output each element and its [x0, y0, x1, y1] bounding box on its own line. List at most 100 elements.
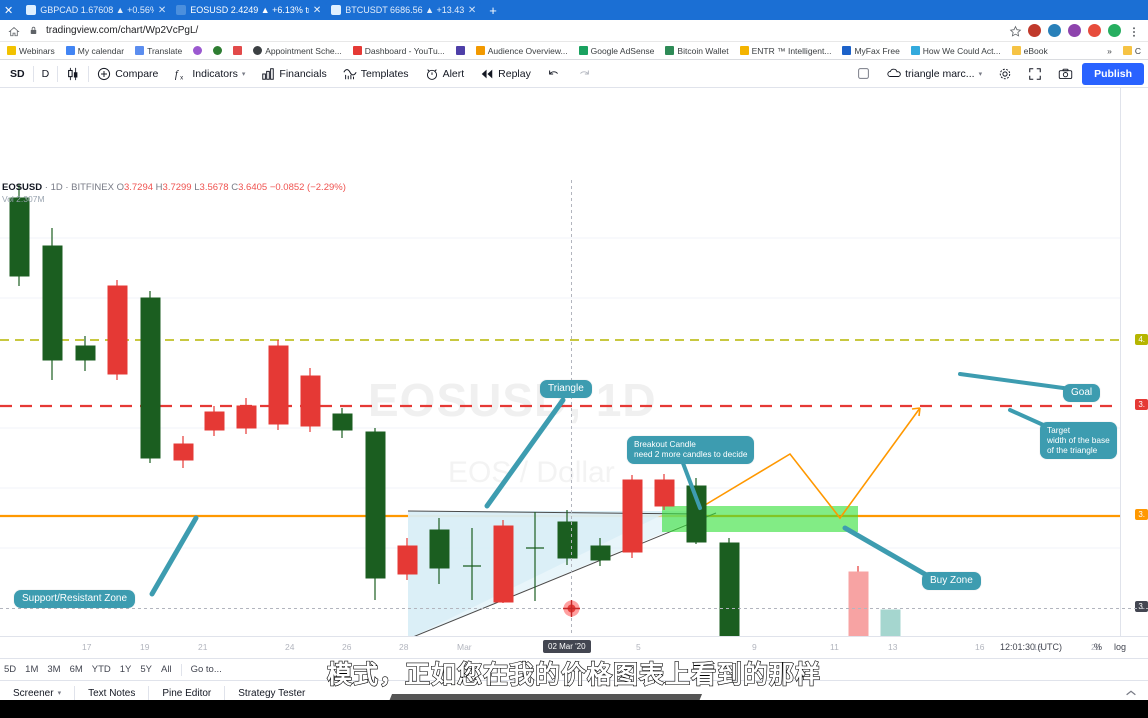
templates-button[interactable]: Templates [335, 60, 417, 88]
bar-chart-icon [261, 67, 275, 81]
browser-tab-0[interactable]: GBPCAD 1.67608 ▲ +0.56% sup ✕ [21, 0, 172, 20]
callout-target[interactable]: Target width of the base of the triangle [1040, 422, 1117, 460]
bookmark-item[interactable] [452, 45, 469, 56]
range-ytd[interactable]: YTD [92, 664, 111, 675]
chevron-down-icon[interactable]: ▾ [979, 70, 983, 78]
browser-menu-icon[interactable] [1128, 25, 1140, 37]
bookmark-item[interactable] [229, 45, 246, 56]
range-1y[interactable]: 1Y [120, 664, 132, 675]
extension-icon-2[interactable] [1048, 24, 1061, 37]
tab-pine-editor-label: Pine Editor [162, 687, 212, 699]
function-icon: fx [174, 67, 188, 81]
chevron-down-icon[interactable]: ▾ [242, 70, 246, 78]
redo-button[interactable] [569, 60, 599, 88]
checkbox-icon[interactable] [857, 67, 871, 81]
rewind-icon [480, 67, 494, 81]
price-scale[interactable]: 4. 3. 3. 3. [1120, 88, 1148, 636]
bookmark-label: Google AdSense [590, 45, 655, 56]
bookmark-icon [253, 46, 263, 55]
bookmark-item[interactable]: Dashboard - YouTu... [349, 45, 449, 57]
browser-tab-label: GBPCAD 1.67608 ▲ +0.56% sup [40, 5, 154, 15]
callout-buy-zone[interactable]: Buy Zone [922, 572, 981, 590]
extension-icon-1[interactable] [1028, 24, 1041, 37]
snapshot-button[interactable] [1050, 60, 1080, 88]
range-5y[interactable]: 5Y [140, 664, 152, 675]
time-range-bar: 5D 1M 3M 6M YTD 1Y 5Y All Go to... [0, 658, 1148, 680]
layout-select-button[interactable] [849, 60, 879, 88]
browser-tab-1[interactable]: EOSUSD 2.4249 ▲ +6.13% trian ✕ [171, 0, 327, 20]
fullscreen-button[interactable] [1020, 60, 1050, 88]
bookmark-item[interactable]: My calendar [62, 45, 128, 57]
legend-symbol[interactable]: EOSUSD [2, 182, 42, 193]
bookmarks-overflow-button[interactable]: » [1103, 45, 1116, 57]
bookmark-icon [578, 46, 588, 55]
range-6m[interactable]: 6M [70, 664, 83, 675]
alert-button[interactable]: Alert [417, 60, 473, 88]
indicators-button[interactable]: fx Indicators ▾ [166, 60, 253, 88]
callout-goal[interactable]: Goal [1063, 384, 1101, 402]
bookmark-item[interactable]: eBook [1008, 45, 1052, 57]
home-icon[interactable] [8, 25, 20, 37]
extension-icon-3[interactable] [1068, 24, 1081, 37]
range-3m[interactable]: 3M [47, 664, 60, 675]
bookmark-icon [135, 46, 145, 55]
log-scale-button[interactable]: log [1114, 642, 1126, 652]
bookmark-item[interactable] [209, 45, 226, 56]
legend-change: −0.0852 (−2.29%) [269, 182, 346, 193]
tab-close-icon[interactable]: ✕ [313, 5, 321, 16]
chart-style-button[interactable] [58, 60, 88, 88]
tab-close-icon[interactable]: ✕ [468, 5, 476, 16]
bookmark-item[interactable] [189, 45, 206, 56]
percent-scale-button[interactable]: % [1094, 642, 1102, 652]
bookmark-item[interactable]: ENTR ™ Intelligent... [736, 45, 836, 57]
range-all[interactable]: All [161, 664, 172, 675]
bookmark-item[interactable]: Appointment Sche... [249, 45, 346, 57]
undo-button[interactable] [539, 60, 569, 88]
bookmark-item[interactable]: Webinars [3, 45, 59, 57]
financials-button[interactable]: Financials [253, 60, 334, 88]
chart-canvas[interactable]: EOSUSD, 1D EOS / Dollar EOSUSD · 1D · BI… [0, 88, 1148, 636]
compare-button[interactable]: Compare [89, 60, 166, 88]
symbol-label: SD [10, 67, 25, 80]
tab-close-icon-0[interactable]: ✕ [0, 0, 21, 20]
toolbar-right-group: triangle marc... ▾ Publish [849, 60, 1146, 88]
bookmark-item[interactable]: MyFax Free [838, 45, 903, 57]
callout-support-resistance[interactable]: Support/Resistant Zone [14, 590, 136, 608]
star-icon[interactable] [1009, 25, 1022, 37]
time-axis[interactable]: 17 19 21 24 26 28 Mar 5 9 11 13 16 18 20… [0, 636, 1148, 658]
triangle-pattern-2 [408, 511, 700, 636]
bookmark-icon [842, 46, 852, 55]
saved-layout-button[interactable]: triangle marc... ▾ [879, 60, 990, 88]
go-to-date-button[interactable]: Go to... [191, 664, 222, 675]
browser-tab-2[interactable]: BTCUSDT 6686.56 ▲ +13.43% m ✕ [326, 0, 482, 20]
interval-button[interactable]: D [34, 60, 58, 88]
bookmark-label: Audience Overview... [487, 45, 568, 56]
bookmark-item[interactable]: Google AdSense [575, 45, 659, 57]
range-1m[interactable]: 1M [25, 664, 38, 675]
bookmark-item[interactable]: C [1119, 45, 1145, 57]
tab-close-icon[interactable]: ✕ [158, 5, 166, 16]
goal-price-badge: 4. [1135, 334, 1148, 345]
chevron-down-icon[interactable]: ▾ [58, 689, 62, 697]
crosshair-marker-icon [563, 600, 580, 617]
symbol-button[interactable]: SD [2, 60, 33, 88]
chevron-up-icon[interactable] [1124, 686, 1138, 700]
bookmark-item[interactable]: Audience Overview... [472, 45, 572, 57]
new-tab-button[interactable]: + [481, 0, 505, 20]
publish-button[interactable]: Publish [1082, 62, 1144, 85]
bookmark-item[interactable]: How We Could Act... [907, 45, 1005, 57]
extension-icon-4[interactable] [1088, 24, 1101, 37]
extension-icon-5[interactable] [1108, 24, 1121, 37]
time-tick: 13 [888, 642, 898, 652]
bookmark-item[interactable]: Bitcoin Wallet [661, 45, 732, 57]
bookmark-item[interactable]: Translate [131, 45, 186, 57]
browser-tab-strip: ✕ GBPCAD 1.67608 ▲ +0.56% sup ✕ EOSUSD 2… [0, 0, 1148, 20]
replay-button[interactable]: Replay [472, 60, 539, 88]
callout-breakout-candle[interactable]: Breakout Candle need 2 more candles to d… [627, 436, 755, 464]
undo-icon [547, 67, 561, 81]
tradingview-toolbar: SD D Compare fx Indicators ▾ Financials … [0, 60, 1148, 88]
url-input[interactable]: tradingview.com/chart/Wp2VcPgL/ [28, 25, 1001, 37]
range-5d[interactable]: 5D [4, 664, 16, 675]
settings-button[interactable] [990, 60, 1020, 88]
callout-triangle[interactable]: Triangle [540, 380, 592, 398]
